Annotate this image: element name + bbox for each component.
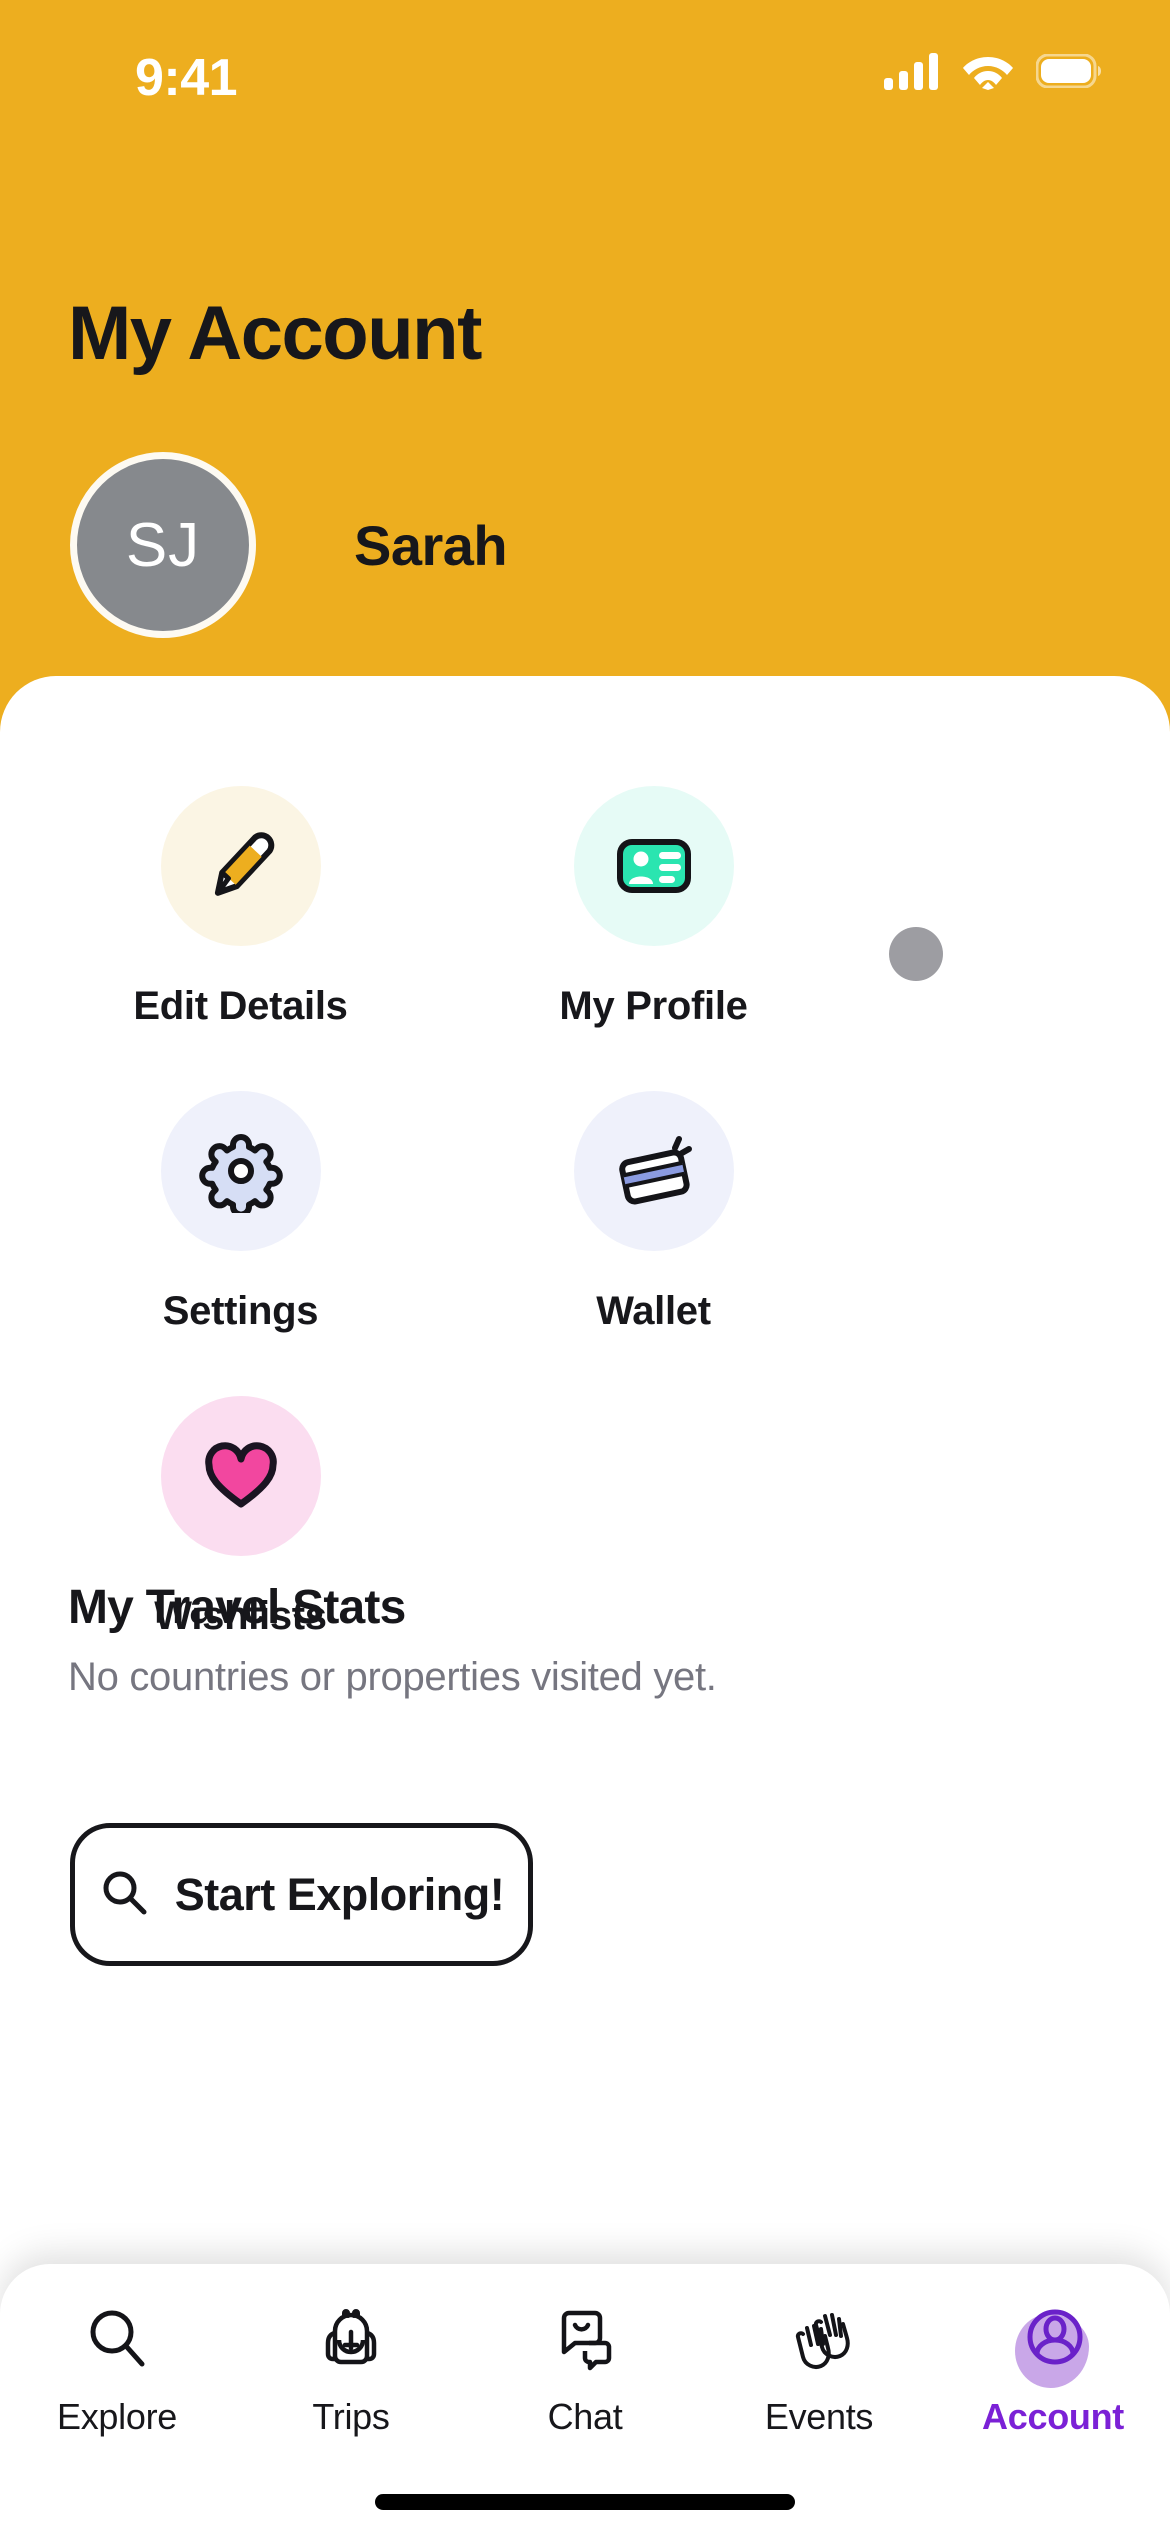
action-edit-details[interactable]: Edit Details (68, 786, 413, 1029)
pencil-icon (160, 786, 321, 946)
nav-label: Account (982, 2396, 1124, 2437)
nav-item-trips[interactable]: Trips (234, 2294, 468, 2438)
id-card-icon (573, 786, 734, 946)
action-label: Wallet (596, 1289, 711, 1333)
magnifier-icon (73, 2294, 161, 2382)
action-settings[interactable]: Settings (68, 1091, 413, 1334)
bottom-nav-items: Explore Trips Chat Events Account (0, 2294, 1170, 2438)
phone-screen: 9:41 My Account SJ Sarah Edit Details My… (0, 0, 1170, 2532)
content-sheet: Edit Details My Profile Settings Wallet … (0, 676, 1170, 2532)
nav-label: Chat (547, 2396, 623, 2437)
page-title: My Account (68, 291, 482, 376)
bottom-navigation-bar: Explore Trips Chat Events Account (0, 2264, 1170, 2532)
action-label: Settings (162, 1289, 319, 1333)
profile-name: Sarah (354, 513, 508, 577)
start-exploring-label: Start Exploring! (174, 1868, 505, 1920)
action-my-profile[interactable]: My Profile (481, 786, 826, 1029)
nav-label: Trips (312, 2396, 390, 2437)
nav-item-chat[interactable]: Chat (468, 2294, 702, 2438)
heart-icon (160, 1396, 321, 1556)
action-label: Edit Details (133, 984, 348, 1028)
backpack-icon (307, 2294, 395, 2382)
waving-hands-icon (775, 2294, 863, 2382)
travel-stats-section: My Travel Stats No countries or properti… (68, 1580, 717, 1700)
travel-stats-title: My Travel Stats (68, 1581, 406, 1634)
search-icon (99, 1867, 149, 1922)
nav-label: Events (764, 2396, 874, 2437)
credit-card-icon (573, 1091, 734, 1251)
status-bar-time: 9:41 (135, 49, 238, 107)
travel-stats-empty-message: No countries or properties visited yet. (68, 1655, 717, 1699)
start-exploring-button[interactable]: Start Exploring! (70, 1823, 533, 1966)
wifi-icon (962, 52, 1014, 95)
profile-summary[interactable]: SJ Sarah (70, 452, 508, 638)
nav-item-explore[interactable]: Explore (0, 2294, 234, 2438)
gear-icon (160, 1091, 321, 1251)
account-actions-grid: Edit Details My Profile Settings Wallet … (0, 786, 1170, 1701)
cursor-indicator (889, 927, 943, 981)
nav-label: Explore (57, 2396, 177, 2437)
battery-icon (1035, 53, 1104, 93)
home-indicator (375, 2494, 795, 2510)
signal-bars-icon (884, 52, 940, 95)
status-bar-icons (884, 52, 1104, 95)
action-wallet[interactable]: Wallet (481, 1091, 826, 1334)
avatar[interactable]: SJ (70, 452, 256, 638)
status-bar: 9:41 (0, 0, 1170, 120)
nav-item-account[interactable]: Account (936, 2294, 1170, 2438)
nav-item-events[interactable]: Events (702, 2294, 936, 2438)
action-label: My Profile (559, 984, 748, 1028)
person-circle-icon (1009, 2294, 1097, 2388)
chat-bubbles-icon (541, 2294, 629, 2382)
